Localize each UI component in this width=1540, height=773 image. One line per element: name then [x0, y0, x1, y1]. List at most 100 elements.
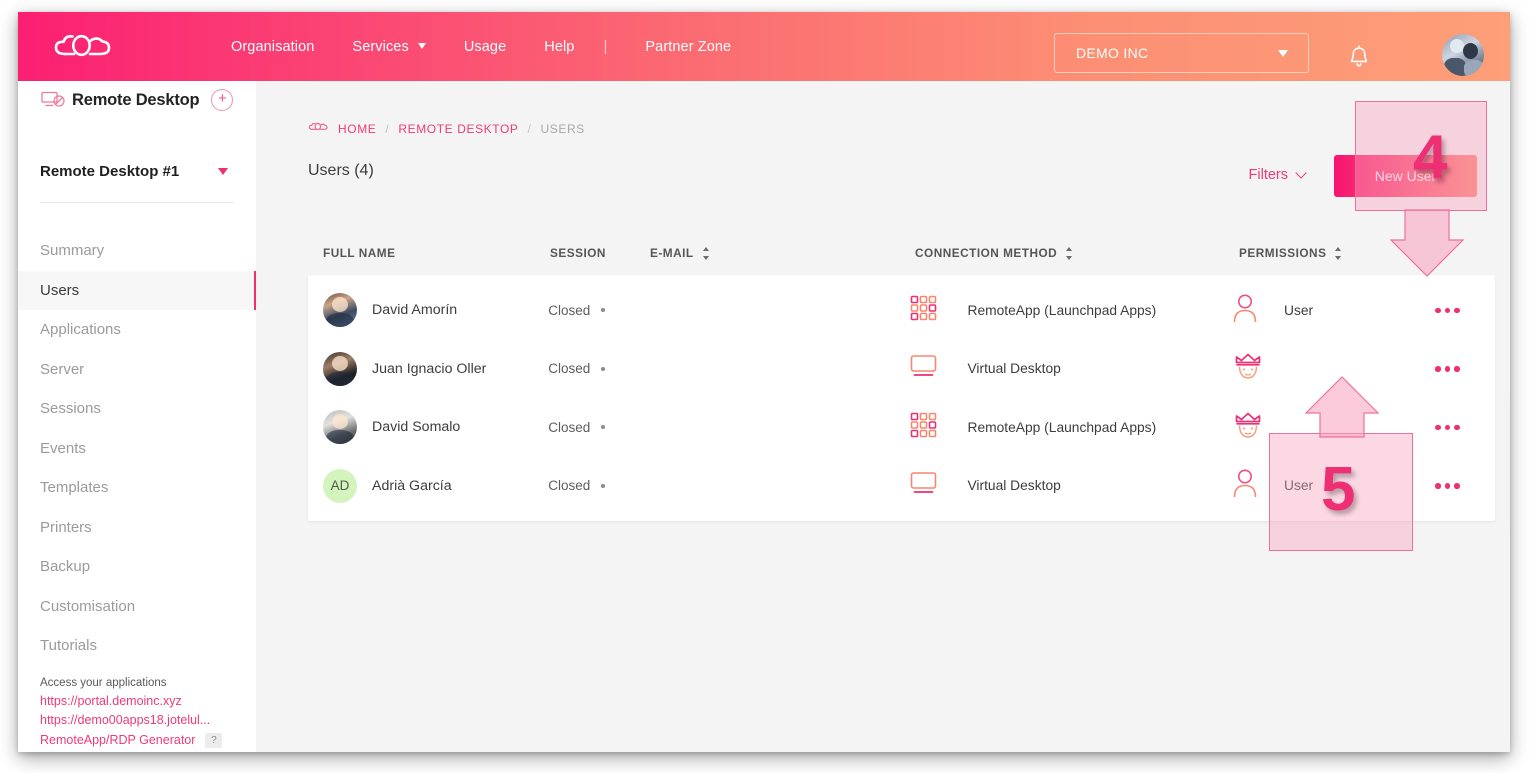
- sidebar-item-events[interactable]: Events: [18, 429, 256, 469]
- table-row[interactable]: David Amorín Closed RemoteApp (Launchpad A…: [308, 281, 1495, 340]
- tutorial-link-rdp-generator[interactable]: RemoteApp/RDP Generator: [40, 731, 195, 751]
- session-status-dot: [601, 308, 606, 313]
- sidebar-item-printers[interactable]: Printers: [18, 508, 256, 548]
- bell-icon[interactable]: [1348, 45, 1370, 74]
- user-full-name: David Somalo: [372, 419, 461, 436]
- nav-item-help[interactable]: Help: [525, 39, 593, 55]
- tutorials-links: Access your applications https://portal.…: [18, 666, 256, 753]
- cell-row-actions: [1435, 307, 1495, 313]
- nav-item-usage[interactable]: Usage: [445, 39, 525, 55]
- cell-permissions: User: [1232, 468, 1435, 503]
- table-row[interactable]: David Somalo Closed RemoteApp (Launchpad A…: [308, 398, 1495, 457]
- sidebar-item-summary[interactable]: Summary: [18, 231, 256, 271]
- cell-connection-method: Virtual Desktop: [910, 470, 1232, 501]
- cell-connection-method: RemoteApp (Launchpad Apps): [910, 412, 1232, 443]
- monitor-icon: [910, 470, 938, 501]
- organisation-selector-value: DEMO INC: [1076, 45, 1149, 61]
- cell-full-name: AD Adrià García: [323, 468, 548, 503]
- sidebar-item-server[interactable]: Server: [18, 350, 256, 390]
- sidebar-item-sessions[interactable]: Sessions: [18, 389, 256, 429]
- user-full-name: David Amorín: [372, 302, 458, 319]
- tutorial-link-apps[interactable]: https://demo00apps18.jotelul...: [40, 711, 256, 731]
- add-remote-desktop-button[interactable]: +: [211, 89, 234, 111]
- permission-label: User: [1284, 478, 1314, 494]
- breadcrumb-item-remote-desktop[interactable]: REMOTE DESKTOP: [398, 122, 518, 136]
- remote-desktop-instance-selector[interactable]: Remote Desktop #1: [40, 163, 234, 203]
- sort-arrows-icon[interactable]: [1335, 246, 1342, 260]
- tutorial-link-windows-connection[interactable]: Connection to Windows Rem...: [40, 750, 256, 752]
- sort-arrows-icon[interactable]: [1066, 246, 1073, 260]
- ellipsis-icon[interactable]: [1435, 366, 1460, 372]
- sidebar-item-backup[interactable]: Backup: [18, 547, 256, 587]
- cell-full-name: David Amorín: [323, 293, 548, 328]
- nav-item-usage-label: Usage: [463, 38, 507, 55]
- table-row[interactable]: Juan Ignacio Oller Closed Virtual Desktop: [308, 340, 1495, 399]
- nav-item-services-label: Services: [352, 38, 409, 55]
- session-status: Closed: [548, 419, 591, 435]
- table-header-row: FULL NAME SESSION E-MAIL CONNECTION METHOD P…: [308, 231, 1495, 275]
- chevron-down-icon: [218, 168, 228, 175]
- cell-row-actions: [1435, 483, 1495, 489]
- cell-full-name: Juan Ignacio Oller: [323, 351, 548, 386]
- breadcrumb: HOME / REMOTE DESKTOP / USERS: [256, 81, 1510, 136]
- column-header-label: E-MAIL: [650, 246, 694, 260]
- nav-item-services[interactable]: Services: [333, 39, 444, 55]
- page-title: Users (4): [308, 162, 374, 179]
- sort-arrows-icon[interactable]: [702, 246, 710, 260]
- breadcrumb-separator: /: [527, 121, 532, 136]
- avatar[interactable]: [1442, 34, 1484, 76]
- sidebar-item-label: Users: [40, 281, 80, 299]
- column-header-full-name: FULL NAME: [323, 246, 550, 260]
- column-header-permissions[interactable]: PERMISSIONS: [1239, 246, 1444, 260]
- sidebar-item-label: Customisation: [40, 597, 136, 615]
- cell-connection-method: RemoteApp (Launchpad Apps): [910, 295, 1232, 326]
- sidebar-item-applications[interactable]: Applications: [18, 310, 256, 350]
- user-icon: [1232, 293, 1258, 328]
- sidebar-item-label: Server: [40, 360, 85, 378]
- nav-item-partner-zone[interactable]: Partner Zone: [617, 39, 750, 55]
- avatar: [323, 351, 357, 386]
- apps-grid-icon: [910, 412, 938, 443]
- tutorials-caption: Access your applications: [40, 676, 167, 689]
- sidebar-item-users[interactable]: Users: [18, 270, 256, 310]
- cloud-logo-icon[interactable]: [52, 30, 112, 64]
- column-header-session: SESSION: [550, 246, 650, 260]
- nav-item-partner-zone-label: Partner Zone: [645, 38, 732, 55]
- sidebar-item-label: Tutorials: [40, 637, 97, 655]
- column-header-label: SESSION: [550, 246, 606, 260]
- nav-item-help-label: Help: [544, 38, 575, 55]
- ellipsis-icon[interactable]: [1435, 483, 1460, 489]
- sidebar-item-tutorials[interactable]: Tutorials: [18, 626, 256, 666]
- crown-admin-icon: [1232, 409, 1264, 446]
- sidebar-item-templates[interactable]: Templates: [18, 468, 256, 508]
- session-status-dot: [601, 483, 606, 488]
- ellipsis-icon[interactable]: [1435, 307, 1460, 313]
- breadcrumb-item-users: USERS: [540, 121, 585, 136]
- new-user-button[interactable]: New User: [1334, 155, 1477, 197]
- cell-connection-method: Virtual Desktop: [910, 353, 1232, 384]
- user-full-name: Adrià García: [372, 477, 452, 494]
- cell-permissions: User: [1232, 293, 1435, 328]
- column-header-e-mail[interactable]: E-MAIL: [650, 246, 915, 260]
- chevron-down-icon: [417, 42, 426, 49]
- apps-grid-icon: [910, 295, 938, 326]
- breadcrumb-item-home[interactable]: HOME: [338, 122, 376, 136]
- column-header-label: FULL NAME: [323, 246, 396, 260]
- remote-desktop-instance-name: Remote Desktop #1: [40, 163, 180, 180]
- avatar: AD: [323, 468, 357, 503]
- organisation-selector[interactable]: DEMO INC: [1054, 33, 1309, 73]
- filters-button[interactable]: Filters: [1249, 167, 1307, 183]
- user-full-name: Juan Ignacio Oller: [372, 360, 487, 377]
- ellipsis-icon[interactable]: [1435, 424, 1460, 430]
- sidebar-header: Remote Desktop +: [18, 81, 256, 119]
- nav-item-organisation[interactable]: Organisation: [212, 39, 333, 55]
- top-navigation-bar: Organisation Services Usage Help | Partn…: [18, 12, 1510, 81]
- breadcrumb-separator: /: [385, 121, 390, 136]
- tutorial-link-portal[interactable]: https://portal.demoinc.xyz: [40, 692, 256, 712]
- sidebar-item-customisation[interactable]: Customisation: [18, 587, 256, 627]
- cell-full-name: David Somalo: [323, 410, 548, 445]
- column-header-connection-method[interactable]: CONNECTION METHOD: [915, 246, 1239, 260]
- table-row[interactable]: AD Adrià García Closed Virtual Desktop User: [308, 457, 1495, 516]
- connection-method-label: RemoteApp (Launchpad Apps): [967, 419, 1157, 435]
- help-badge-icon[interactable]: ?: [205, 732, 223, 748]
